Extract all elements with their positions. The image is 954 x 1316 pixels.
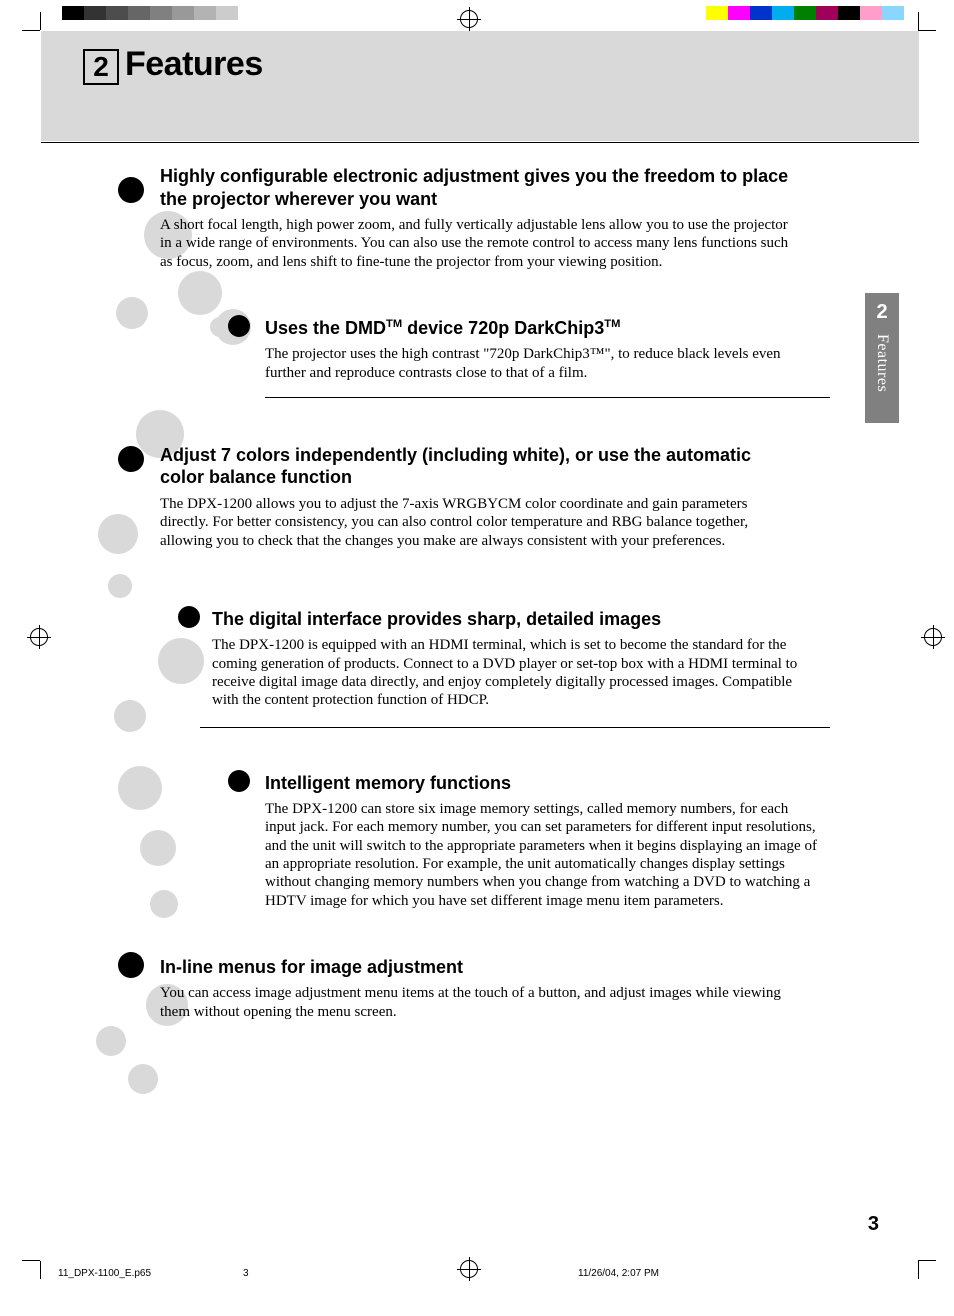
section-heading: In-line menus for image adjustment [160,956,790,979]
bullet-icon [178,606,200,628]
calib-swatch [238,6,260,20]
calib-swatch [106,6,128,20]
heading-text: Uses the DMD [265,318,386,338]
section-body: The DPX-1200 can store six image memory … [265,800,820,910]
deco-circle-icon [114,700,146,732]
calib-swatch [750,6,772,20]
deco-circle-icon [158,638,204,684]
crop-mark [40,12,41,30]
feature-block: Uses the DMDTM device 720p DarkChip3TM T… [100,317,820,382]
chapter-title: Features [125,45,263,84]
crop-mark [22,1260,40,1261]
feature-block: The digital interface provides sharp, de… [100,608,820,710]
registration-mark-icon [30,628,48,646]
calib-swatch [84,6,106,20]
calib-swatch [172,6,194,20]
crop-mark [40,1261,41,1279]
footer-sheet: 3 [243,1268,578,1279]
bullet-icon [228,770,250,792]
calib-swatch [706,6,728,20]
section-divider [200,727,830,728]
section-heading: Intelligent memory functions [265,772,820,795]
tm-mark: TM [386,318,402,330]
deco-circle-icon [108,574,132,598]
section-heading: The digital interface provides sharp, de… [212,608,810,631]
footer-file: 11_DPX-1100_E.p65 [58,1268,243,1279]
side-tab: 2 Features [865,293,899,423]
deco-circle-icon [118,766,162,810]
deco-circle-icon [150,890,178,918]
calib-swatch [794,6,816,20]
deco-circle-icon [96,1026,126,1056]
section-body: The projector uses the high contrast "72… [265,345,820,382]
crop-mark [22,30,40,31]
calib-swatch [728,6,750,20]
content-area: Highly configurable electronic adjustmen… [100,165,820,1059]
calib-swatch [150,6,172,20]
header-band: 2 Features [41,31,919,141]
calib-swatch [216,6,238,20]
section-heading: Highly configurable electronic adjustmen… [160,165,790,210]
calibration-bar [62,6,904,20]
chapter-number-box: 2 [83,49,119,85]
crop-mark [918,12,919,30]
deco-circle-icon [140,830,176,866]
bullet-icon [228,315,250,337]
feature-block: In-line menus for image adjustment You c… [100,956,820,1021]
heading-text: device 720p DarkChip3 [402,318,604,338]
section-body: You can access image adjustment menu ite… [160,984,790,1021]
feature-block: Adjust 7 colors independently (including… [100,444,820,550]
calib-swatch [684,6,706,20]
calib-swatch [128,6,150,20]
section-body: The DPX-1200 allows you to adjust the 7-… [160,495,790,550]
calib-swatch [838,6,860,20]
calib-swatch [194,6,216,20]
page-number: 3 [868,1213,879,1236]
side-tab-number: 2 [865,301,899,324]
bullet-icon [118,177,144,203]
bullet-icon [118,446,144,472]
calib-swatch [860,6,882,20]
calib-swatch [772,6,794,20]
calib-swatch [62,6,84,20]
section-body: A short focal length, high power zoom, a… [160,216,790,271]
crop-mark [918,1260,936,1261]
calib-swatch [816,6,838,20]
calib-swatch [882,6,904,20]
deco-circle-icon [128,1064,158,1094]
calib-swatch [260,6,282,20]
section-body: The DPX-1200 is equipped with an HDMI te… [212,636,810,709]
footer-datetime: 11/26/04, 2:07 PM [578,1268,659,1279]
crop-mark [918,30,936,31]
deco-circle-icon [178,271,222,315]
section-divider [265,397,830,398]
footer-metadata: 11_DPX-1100_E.p65 3 11/26/04, 2:07 PM [58,1268,904,1279]
deco-circle-icon [98,514,138,554]
registration-mark-icon [924,628,942,646]
section-heading: Adjust 7 colors independently (including… [160,444,790,489]
feature-block: Highly configurable electronic adjustmen… [100,165,820,271]
feature-block: Intelligent memory functions The DPX-120… [100,772,820,910]
side-tab-label: Features [873,334,891,392]
crop-mark [918,1261,919,1279]
header-underline [41,142,919,143]
section-heading: Uses the DMDTM device 720p DarkChip3TM [265,317,820,340]
tm-mark: TM [604,318,620,330]
bullet-icon [118,952,144,978]
